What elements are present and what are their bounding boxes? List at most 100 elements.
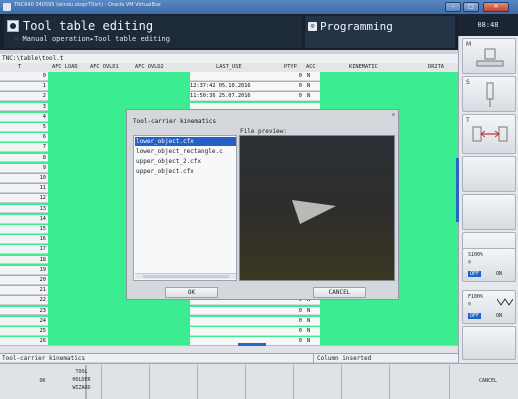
- dialog-close-button[interactable]: x: [392, 112, 395, 118]
- acc-cell[interactable]: N: [304, 316, 320, 326]
- last-use-cell[interactable]: 11:50:36 25.07.2016: [190, 92, 282, 102]
- ptyp-cell[interactable]: 0: [282, 337, 304, 345]
- tool-number-cell[interactable]: 8: [0, 153, 48, 163]
- kinematic-cell[interactable]: [320, 82, 458, 91]
- acc-cell[interactable]: N: [304, 82, 320, 91]
- file-list-item[interactable]: lower_object.cfx: [135, 137, 236, 146]
- tool-number-cell[interactable]: 13: [0, 204, 48, 214]
- feed-override-on[interactable]: ON: [496, 313, 502, 319]
- machine-mode-panel[interactable]: Tool table editing ☜ Manual operation▸To…: [4, 16, 302, 48]
- scroll-thumb[interactable]: [238, 343, 266, 346]
- s-function-button[interactable]: S: [462, 76, 516, 112]
- tool-number-cell[interactable]: 22: [0, 296, 48, 306]
- tool-number-cell[interactable]: 25: [0, 327, 48, 336]
- file-list-item[interactable]: lower_object_rectangle.c: [135, 147, 236, 156]
- spindle-override-off[interactable]: OFF: [468, 271, 481, 277]
- tool-number-cell[interactable]: 18: [0, 255, 48, 265]
- sidebar-blank-1[interactable]: [462, 156, 516, 192]
- spindle-override[interactable]: S100% ◎ OFF ON: [462, 248, 516, 282]
- table-row[interactable]: 25 0 N: [0, 327, 458, 336]
- softkey-blank-3[interactable]: [150, 365, 198, 399]
- tool-number-cell[interactable]: 19: [0, 265, 48, 275]
- afc-cells[interactable]: [48, 307, 190, 316]
- tool-number-cell[interactable]: 16: [0, 235, 48, 244]
- sidebar-blank-4[interactable]: [462, 326, 516, 360]
- afc-cells[interactable]: [48, 82, 190, 91]
- ptyp-cell[interactable]: 0: [282, 72, 304, 81]
- acc-cell[interactable]: N: [304, 306, 320, 316]
- table-row[interactable]: 00N: [0, 72, 458, 81]
- softkey-blank-5[interactable]: [246, 365, 294, 399]
- last-use-cell[interactable]: [190, 72, 282, 81]
- sidebar-blank-2[interactable]: [462, 194, 516, 230]
- kinematic-cell[interactable]: [320, 327, 458, 336]
- file-list-scrollbar[interactable]: [135, 273, 236, 279]
- tool-number-cell[interactable]: 9: [0, 163, 48, 173]
- file-list-item[interactable]: upper_object.cfx: [135, 167, 236, 176]
- softkey-blank-7[interactable]: [342, 365, 390, 399]
- last-use-cell[interactable]: [190, 327, 282, 336]
- table-row[interactable]: 2 11:50:36 25.07.2016 0 N: [0, 92, 458, 102]
- acc-cell[interactable]: N: [304, 337, 320, 345]
- last-use-cell[interactable]: [190, 316, 282, 326]
- kinematic-cell[interactable]: [320, 307, 458, 316]
- tool-number-cell[interactable]: 4: [0, 112, 48, 122]
- afc-cells[interactable]: [48, 337, 190, 345]
- feed-override-off[interactable]: OFF: [468, 313, 481, 319]
- table-row[interactable]: 1 12:37:42 05.10.2016 0 N: [0, 82, 458, 91]
- tool-number-cell[interactable]: 23: [0, 306, 48, 316]
- acc-cell[interactable]: N: [304, 92, 320, 102]
- tool-number-cell[interactable]: 15: [0, 225, 48, 234]
- tool-number-cell[interactable]: 7: [0, 143, 48, 153]
- kinematic-cell[interactable]: [320, 92, 458, 101]
- tool-number-cell[interactable]: 10: [0, 174, 48, 183]
- acc-cell[interactable]: N: [304, 327, 320, 336]
- ptyp-cell[interactable]: 0: [282, 82, 304, 91]
- softkey-blank-6[interactable]: [294, 365, 342, 399]
- acc-cell[interactable]: N: [304, 72, 320, 81]
- minimize-button[interactable]: –: [445, 2, 461, 12]
- tool-number-cell[interactable]: 12: [0, 194, 48, 204]
- m-function-button[interactable]: M: [462, 38, 516, 74]
- afc-cells[interactable]: [48, 72, 190, 81]
- feed-override[interactable]: F100% ◎ OFF ON: [462, 290, 516, 324]
- tool-number-cell[interactable]: 26: [0, 337, 48, 345]
- last-use-cell[interactable]: [190, 337, 282, 345]
- softkey-cancel[interactable]: CANCEL: [458, 365, 518, 399]
- t-function-button[interactable]: T: [462, 114, 516, 154]
- kinematic-cell[interactable]: [320, 72, 458, 81]
- tool-number-cell[interactable]: 0: [0, 72, 48, 81]
- ptyp-cell[interactable]: 0: [282, 92, 304, 102]
- tool-number-cell[interactable]: 17: [0, 245, 48, 255]
- table-horizontal-scrollbar[interactable]: [0, 343, 458, 353]
- table-row[interactable]: 26 0 N: [0, 337, 458, 345]
- dialog-cancel-button[interactable]: CANCEL: [313, 287, 366, 298]
- file-list-item[interactable]: upper_object_2.cfx: [135, 157, 236, 166]
- maximize-button[interactable]: □: [463, 2, 479, 12]
- last-use-cell[interactable]: 12:37:42 05.10.2016: [190, 82, 282, 91]
- softkey-blank-2[interactable]: [102, 365, 150, 399]
- kinematic-cell[interactable]: [320, 337, 458, 345]
- tool-number-cell[interactable]: 2: [0, 92, 48, 102]
- tool-number-cell[interactable]: 1: [0, 82, 48, 91]
- dialog-ok-button[interactable]: OK: [165, 287, 218, 298]
- afc-cells[interactable]: [48, 92, 190, 101]
- softkey-tool-holder-wizard[interactable]: TOOL HOLDER WIZARD: [62, 365, 102, 399]
- afc-cells[interactable]: [48, 327, 190, 336]
- tool-number-cell[interactable]: 14: [0, 214, 48, 224]
- tool-number-cell[interactable]: 5: [0, 123, 48, 132]
- tool-number-cell[interactable]: 3: [0, 102, 48, 112]
- tool-number-cell[interactable]: 20: [0, 276, 48, 285]
- spindle-override-on[interactable]: ON: [496, 271, 502, 277]
- table-row[interactable]: 23 0 N: [0, 306, 458, 316]
- ptyp-cell[interactable]: 0: [282, 327, 304, 336]
- softkey-blank-4[interactable]: [198, 365, 246, 399]
- kinematics-file-list[interactable]: lower_object.cfx lower_object_rectangle.c…: [133, 135, 237, 281]
- last-use-cell[interactable]: [190, 306, 282, 316]
- ptyp-cell[interactable]: 0: [282, 316, 304, 326]
- afc-cells[interactable]: [48, 317, 190, 326]
- table-row[interactable]: 24 0 N: [0, 316, 458, 326]
- ptyp-cell[interactable]: 0: [282, 306, 304, 316]
- close-button[interactable]: ✕: [483, 2, 509, 12]
- programming-mode-panel[interactable]: ⊙ Programming: [305, 16, 455, 48]
